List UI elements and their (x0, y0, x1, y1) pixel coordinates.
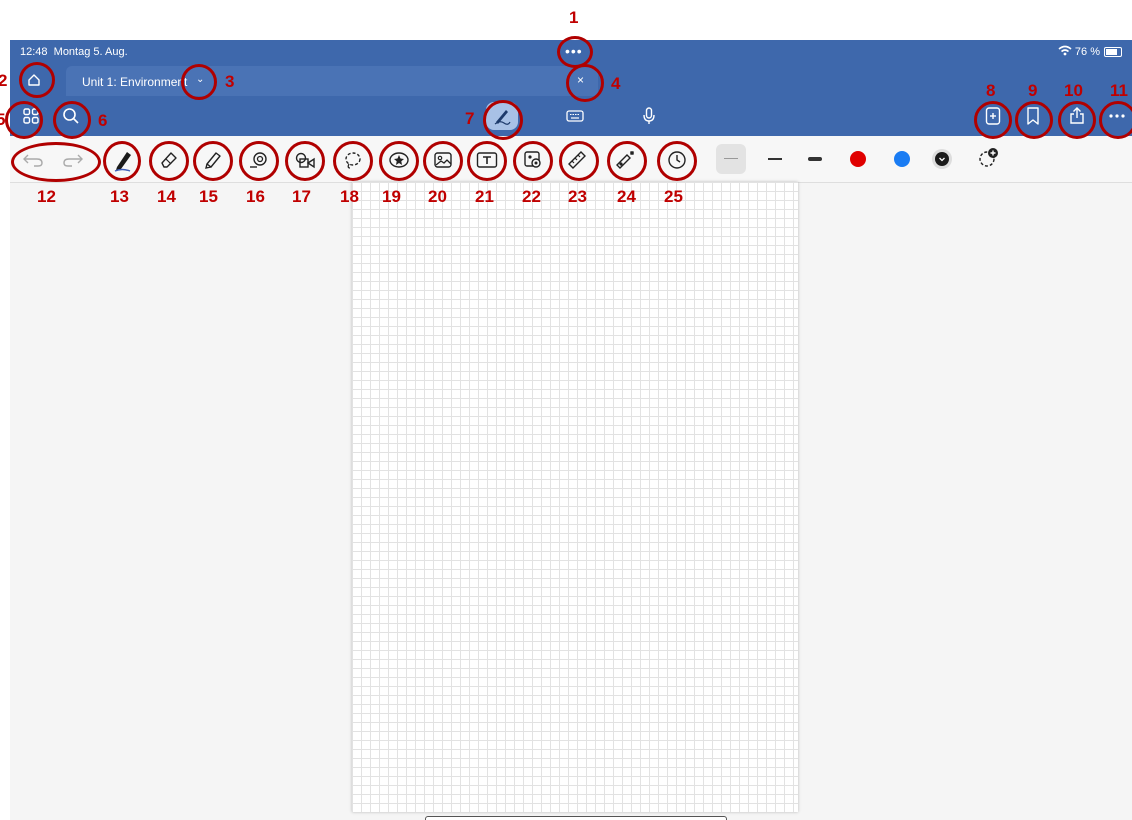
annotation-number-19: 19 (382, 187, 401, 206)
add-color-icon[interactable] (976, 146, 1002, 170)
annotation-circle-18 (333, 141, 373, 181)
annotation-number-22: 22 (522, 187, 541, 206)
annotation-number-21: 21 (475, 187, 494, 206)
annotation-number-2: 2 (0, 71, 8, 90)
home-indicator[interactable] (425, 816, 727, 820)
annotation-number-8: 8 (986, 81, 996, 100)
stroke-thin-line (724, 158, 738, 159)
annotation-circle-21 (467, 141, 507, 181)
annotation-number-12: 12 (37, 187, 56, 206)
annotation-circle-8 (974, 101, 1012, 139)
status-time: 12:48 Montag 5. Aug. (20, 46, 128, 58)
main-toolbar (10, 96, 1132, 136)
status-date: Montag 5. Aug. (53, 46, 128, 58)
grid-page[interactable] (352, 182, 798, 812)
stroke-thin-selected[interactable] (716, 144, 746, 174)
annotation-circle-7 (483, 100, 523, 140)
annotation-number-13: 13 (110, 187, 129, 206)
annotation-number-18: 18 (340, 187, 359, 206)
annotation-circle-12 (11, 142, 101, 182)
document-tab[interactable]: Unit 1: Environment ⌄ × (66, 66, 598, 96)
color-picker-chevron-icon (935, 152, 949, 166)
annotation-number-11: 11 (1110, 81, 1128, 100)
annotation-circle-25 (657, 141, 697, 181)
annotation-number-9: 9 (1028, 81, 1038, 100)
annotation-circle-20 (423, 141, 463, 181)
color-swatch-red[interactable] (850, 151, 866, 167)
color-swatch-blue[interactable] (894, 151, 910, 167)
annotation-circle-14 (149, 141, 189, 181)
annotation-circle-15 (193, 141, 233, 181)
annotation-number-23: 23 (568, 187, 587, 206)
annotation-number-4: 4 (611, 74, 621, 93)
document-tab-title: Unit 1: Environment (82, 75, 188, 89)
annotation-number-15: 15 (199, 187, 218, 206)
annotation-circle-9 (1015, 101, 1053, 139)
annotation-circle-4 (566, 64, 604, 102)
annotation-number-3: 3 (225, 72, 235, 91)
annotation-circle-23 (559, 141, 599, 181)
annotation-number-14: 14 (157, 187, 176, 206)
wifi-icon (1058, 45, 1072, 56)
stroke-thick[interactable] (808, 157, 822, 161)
annotation-circle-2 (19, 62, 55, 98)
annotation-circle-13 (103, 141, 141, 181)
annotation-circle-5 (5, 101, 43, 139)
annotation-circle-16 (239, 141, 279, 181)
microphone-icon[interactable] (636, 104, 662, 128)
annotation-number-24: 24 (617, 187, 636, 206)
annotation-number-7: 7 (465, 109, 475, 128)
annotation-circle-10 (1058, 101, 1096, 139)
annotation-circle-19 (379, 141, 419, 181)
annotation-circle-22 (513, 141, 553, 181)
battery-fill (1106, 49, 1117, 55)
annotation-number-6: 6 (98, 111, 108, 130)
annotation-number-5: 5 (0, 110, 6, 129)
annotation-number-17: 17 (292, 187, 311, 206)
annotation-circle-24 (607, 141, 647, 181)
annotation-number-1: 1 (569, 8, 579, 27)
annotation-number-25: 25 (664, 187, 683, 206)
stroke-medium[interactable] (768, 158, 782, 160)
battery-percent: 76 % (1074, 46, 1100, 58)
annotation-number-20: 20 (428, 187, 447, 206)
annotation-number-10: 10 (1064, 81, 1083, 100)
annotation-number-16: 16 (246, 187, 265, 206)
annotation-circle-17 (285, 141, 325, 181)
color-swatch-black[interactable] (932, 149, 952, 169)
annotation-circle-6 (53, 101, 91, 139)
battery-icon (1104, 47, 1122, 57)
annotation-circle-11 (1099, 101, 1132, 139)
keyboard-icon[interactable] (562, 104, 588, 128)
annotation-circle-3 (181, 64, 217, 100)
